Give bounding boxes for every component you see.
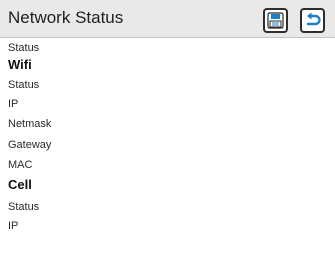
- cell-ip-label: IP: [8, 220, 19, 232]
- header-bar: Network Status: [0, 0, 335, 38]
- section-cell-heading: Cell: [8, 177, 32, 192]
- wifi-ip-label: IP: [8, 98, 19, 110]
- back-arrow-icon: [306, 12, 321, 26]
- cell-status-label: Status: [8, 201, 40, 213]
- network-status-screen: Network Status Status Wifi Status IP Net…: [0, 0, 335, 258]
- back-button[interactable]: [300, 8, 325, 33]
- wifi-status-label: Status: [8, 79, 40, 91]
- save-disk-icon: [267, 12, 284, 29]
- wifi-netmask-label: Netmask: [8, 118, 52, 130]
- wifi-mac-label: MAC: [8, 159, 33, 171]
- wifi-gateway-label: Gateway: [8, 139, 52, 151]
- label-status: Status: [8, 42, 40, 54]
- section-wifi-heading: Wifi: [8, 57, 32, 72]
- page-title: Network Status: [8, 8, 124, 27]
- save-button[interactable]: [263, 8, 288, 33]
